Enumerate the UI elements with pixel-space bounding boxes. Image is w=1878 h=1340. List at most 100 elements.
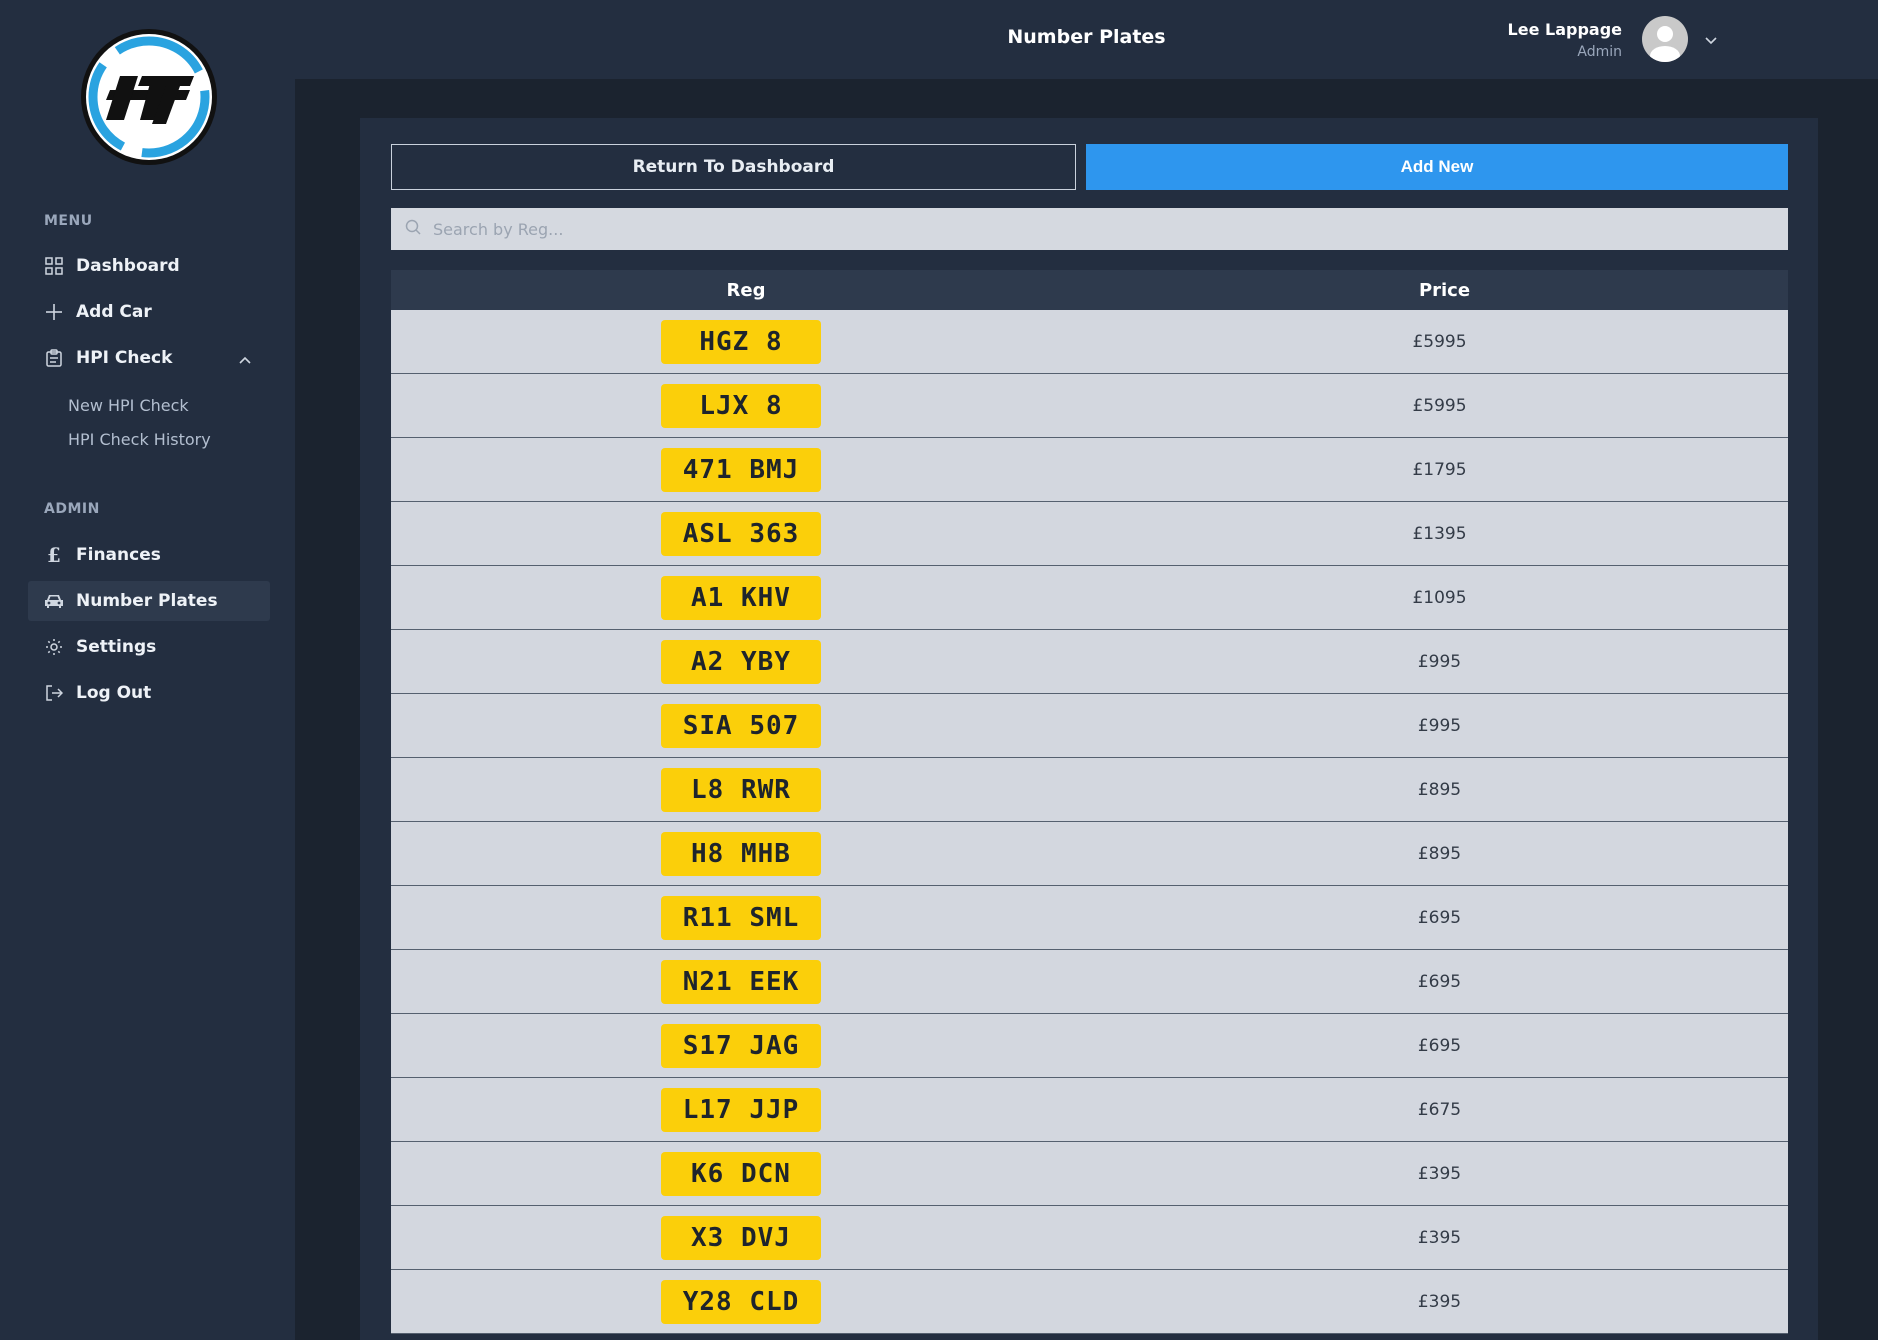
number-plate: X3 DVJ [661, 1215, 821, 1260]
number-plate: ASL 363 [661, 511, 821, 556]
price-cell: £1095 [1412, 587, 1467, 608]
sidebar: MENU Dashboard Add Car HPI Check New HPI… [0, 0, 295, 1340]
table-row[interactable]: X3 DVJ £395 [391, 1206, 1788, 1270]
number-plate: HGZ 8 [661, 319, 821, 364]
sidebar-item-label: Finances [76, 545, 161, 565]
reg-cell: A2 YBY [391, 639, 1091, 684]
price-cell: £5995 [1412, 395, 1467, 416]
reg-cell: 471 BMJ [391, 447, 1091, 492]
sidebar-item-label: Log Out [76, 683, 152, 703]
return-to-dashboard-button[interactable]: Return To Dashboard [391, 144, 1076, 190]
add-new-button[interactable]: Add New [1086, 144, 1788, 190]
sidebar-item-label: Number Plates [76, 591, 218, 611]
price-cell: £395 [1417, 1163, 1462, 1184]
table-row[interactable]: A2 YBY £995 [391, 630, 1788, 694]
reg-cell: ASL 363 [391, 511, 1091, 556]
sidebar-subitem-hpi-check-history[interactable]: HPI Check History [68, 430, 211, 449]
price-cell: £695 [1417, 1035, 1462, 1056]
price-cell: £675 [1417, 1099, 1462, 1120]
number-plate: SIA 507 [661, 703, 821, 748]
price-cell: £395 [1417, 1227, 1462, 1248]
column-header-reg[interactable]: Reg [391, 280, 1101, 301]
table-row[interactable]: SIA 507 £995 [391, 694, 1788, 758]
reg-cell: HGZ 8 [391, 319, 1091, 364]
column-header-price[interactable]: Price [1101, 280, 1788, 301]
price-cell: £695 [1417, 971, 1462, 992]
search-input[interactable] [431, 218, 1735, 240]
price-cell: £5995 [1412, 331, 1467, 352]
number-plate: Y28 CLD [661, 1279, 821, 1324]
main-panel: Return To Dashboard Add New Reg Price HG… [360, 118, 1818, 1340]
chevron-up-icon[interactable] [238, 350, 252, 370]
table-row[interactable]: N21 EEK £695 [391, 950, 1788, 1014]
reg-cell: L8 RWR [391, 767, 1091, 812]
brand-logo[interactable] [80, 28, 218, 166]
price-cell: £395 [1417, 1291, 1462, 1312]
table-row[interactable]: HGZ 8 £5995 [391, 310, 1788, 374]
price-cell: £895 [1417, 779, 1462, 800]
table-row[interactable]: K6 DCN £395 [391, 1142, 1788, 1206]
user-role: Admin [1577, 44, 1622, 60]
sidebar-item-add-car[interactable]: Add Car [28, 292, 270, 332]
price-cell: £995 [1417, 715, 1462, 736]
sidebar-subitem-new-hpi-check[interactable]: New HPI Check [68, 396, 189, 415]
sidebar-item-log-out[interactable]: Log Out [28, 673, 270, 713]
table-row[interactable]: L17 JJP £675 [391, 1078, 1788, 1142]
table-row[interactable]: R11 SML £695 [391, 886, 1788, 950]
grid-icon [44, 256, 64, 276]
number-plate: K6 DCN [661, 1151, 821, 1196]
table-row[interactable]: ASL 363 £1395 [391, 502, 1788, 566]
search-bar [391, 208, 1788, 250]
user-name[interactable]: Lee Lappage [1508, 20, 1622, 39]
sidebar-item-finances[interactable]: £ Finances [28, 535, 270, 575]
number-plate: R11 SML [661, 895, 821, 940]
number-plate: S17 JAG [661, 1023, 821, 1068]
number-plate: 471 BMJ [661, 447, 821, 492]
price-cell: £895 [1417, 843, 1462, 864]
table-header: Reg Price [391, 270, 1788, 310]
table-row[interactable]: S17 JAG £695 [391, 1014, 1788, 1078]
table-row[interactable]: A1 KHV £1095 [391, 566, 1788, 630]
pound-icon: £ [47, 543, 61, 567]
table-row[interactable]: 471 BMJ £1795 [391, 438, 1788, 502]
chevron-down-icon[interactable] [1704, 31, 1718, 50]
price-cell: £995 [1417, 651, 1462, 672]
sidebar-item-number-plates[interactable]: Number Plates [28, 581, 270, 621]
reg-cell: X3 DVJ [391, 1215, 1091, 1260]
sidebar-item-settings[interactable]: Settings [28, 627, 270, 667]
number-plate: L17 JJP [661, 1087, 821, 1132]
number-plate: A2 YBY [661, 639, 821, 684]
admin-section-title: ADMIN [44, 501, 100, 517]
search-icon [405, 219, 421, 239]
reg-cell: H8 MHB [391, 831, 1091, 876]
table-row[interactable]: LJX 8 £5995 [391, 374, 1788, 438]
sidebar-item-label: Dashboard [76, 256, 180, 276]
price-cell: £1395 [1412, 523, 1467, 544]
avatar[interactable] [1642, 16, 1688, 62]
number-plate: L8 RWR [661, 767, 821, 812]
reg-cell: Y28 CLD [391, 1279, 1091, 1324]
reg-cell: A1 KHV [391, 575, 1091, 620]
sidebar-item-label: Settings [76, 637, 157, 657]
top-header: Number Plates Lee Lappage Admin [295, 0, 1878, 79]
sidebar-item-label: Add Car [76, 302, 152, 322]
sidebar-item-dashboard[interactable]: Dashboard [28, 246, 270, 286]
price-cell: £695 [1417, 907, 1462, 928]
number-plate: A1 KHV [661, 575, 821, 620]
reg-cell: N21 EEK [391, 959, 1091, 1004]
table-body: HGZ 8 £5995 LJX 8 £5995 471 BMJ £1795 ASL 363 £… [391, 310, 1788, 1334]
number-plate: N21 EEK [661, 959, 821, 1004]
number-plate: LJX 8 [661, 383, 821, 428]
reg-cell: R11 SML [391, 895, 1091, 940]
table-row[interactable]: H8 MHB £895 [391, 822, 1788, 886]
plus-icon [44, 302, 64, 322]
sidebar-item-label: HPI Check [76, 348, 173, 368]
table-row[interactable]: L8 RWR £895 [391, 758, 1788, 822]
reg-cell: LJX 8 [391, 383, 1091, 428]
page-title: Number Plates [1007, 26, 1166, 48]
menu-section-title: MENU [44, 213, 93, 229]
sidebar-item-hpi-check[interactable]: HPI Check [28, 338, 270, 378]
price-cell: £1795 [1412, 459, 1467, 480]
number-plates-table: Reg Price HGZ 8 £5995 LJX 8 £5995 471 BMJ £17… [391, 270, 1788, 1334]
table-row[interactable]: Y28 CLD £395 [391, 1270, 1788, 1334]
